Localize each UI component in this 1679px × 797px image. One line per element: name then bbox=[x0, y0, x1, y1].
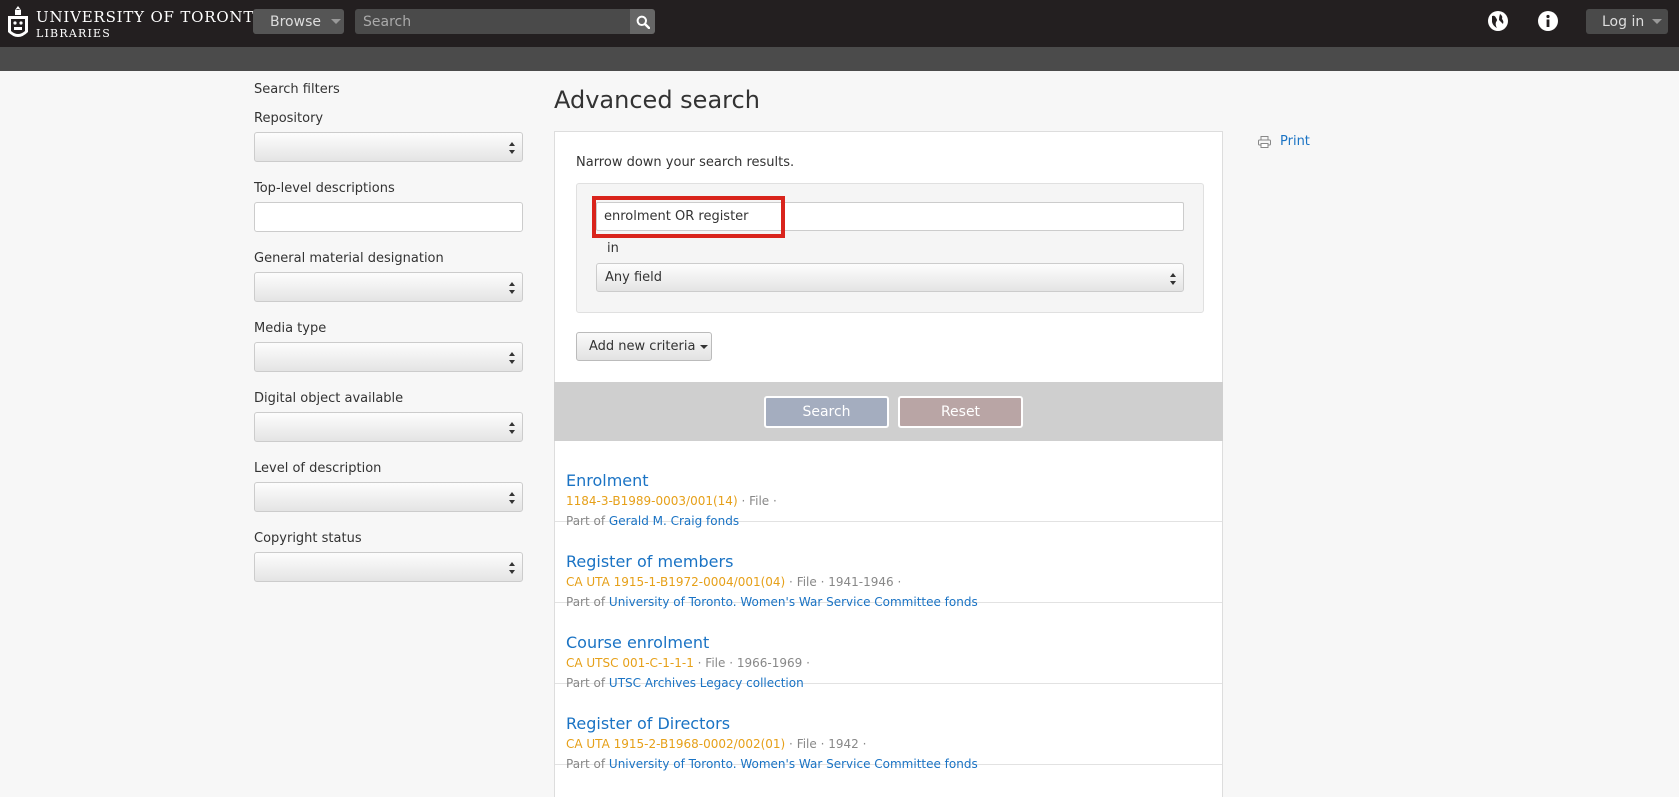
field-select-value: Any field bbox=[605, 270, 663, 285]
result-reference: CA UTA 1915-1-B1972-0004/001(04) bbox=[566, 575, 786, 589]
search-filters-sidebar: Search filters Repository Top-level desc… bbox=[254, 82, 524, 601]
result-level: File bbox=[749, 494, 770, 508]
narrow-down-text: Narrow down your search results. bbox=[576, 155, 795, 170]
language-menu-button[interactable] bbox=[1487, 10, 1509, 32]
select-arrows-icon bbox=[1170, 273, 1176, 285]
top-navbar: UNIVERSITY OF TORONTO LIBRARIES Browse L… bbox=[0, 0, 1679, 47]
printer-icon bbox=[1258, 135, 1271, 148]
browse-label: Browse bbox=[270, 13, 321, 30]
result-level: File bbox=[705, 656, 726, 670]
result-part-of: Part of University of Toronto. Women's W… bbox=[566, 757, 978, 771]
criteria-box: in Any field bbox=[576, 183, 1204, 313]
top-level-descriptions-input[interactable] bbox=[254, 202, 523, 232]
result-title[interactable]: Enrolment bbox=[566, 471, 649, 490]
result-reference: CA UTSC 001-C-1-1-1 bbox=[566, 656, 694, 670]
filter-label-media-type: Media type bbox=[254, 321, 327, 336]
filter-label-digital-object: Digital object available bbox=[254, 391, 404, 406]
part-of-label: Part of bbox=[566, 757, 606, 771]
result-reference: CA UTA 1915-2-B1968-0002/002(01) bbox=[566, 737, 786, 751]
result-title[interactable]: Course enrolment bbox=[566, 633, 709, 652]
filter-label-repository: Repository bbox=[254, 111, 324, 126]
submit-search-button[interactable]: Search bbox=[764, 396, 889, 428]
university-logo[interactable]: UNIVERSITY OF TORONTO LIBRARIES bbox=[6, 3, 267, 45]
chevron-down-icon bbox=[330, 19, 341, 24]
digital-object-available-select[interactable] bbox=[254, 412, 523, 442]
logo-line2: LIBRARIES bbox=[36, 26, 111, 40]
print-label: Print bbox=[1280, 134, 1310, 149]
browse-button[interactable]: Browse bbox=[253, 9, 344, 34]
field-select[interactable]: Any field bbox=[596, 263, 1184, 292]
globe-icon bbox=[1488, 11, 1508, 31]
result-title[interactable]: Register of members bbox=[566, 552, 733, 571]
caret-down-icon bbox=[700, 344, 709, 349]
copyright-status-select[interactable] bbox=[254, 552, 523, 582]
login-label: Log in bbox=[1602, 13, 1645, 30]
login-button[interactable]: Log in bbox=[1586, 9, 1668, 34]
reset-button[interactable]: Reset bbox=[898, 396, 1023, 428]
result-meta: CA UTSC 001-C-1-1-1 · File · 1966-1969 · bbox=[566, 656, 810, 670]
result-meta: CA UTA 1915-2-B1968-0002/002(01) · File … bbox=[566, 737, 867, 751]
result-dates: 1941-1946 bbox=[828, 575, 894, 589]
result-level: File bbox=[796, 575, 817, 589]
select-arrows-icon bbox=[509, 142, 515, 154]
result-meta: CA UTA 1915-1-B1972-0004/001(04) · File … bbox=[566, 575, 902, 589]
general-material-designation-select[interactable] bbox=[254, 272, 523, 302]
result-item: Course enrolment CA UTSC 001-C-1-1-1 · F… bbox=[555, 603, 1222, 690]
secondary-bar bbox=[0, 47, 1679, 71]
logo-line1: UNIVERSITY OF TORONTO bbox=[36, 7, 268, 26]
repository-select[interactable] bbox=[254, 132, 523, 162]
select-arrows-icon bbox=[509, 422, 515, 434]
results-list: Enrolment 1184-3-B1989-0003/001(14) · Fi… bbox=[554, 441, 1223, 797]
part-of-link[interactable]: University of Toronto. Women's War Servi… bbox=[609, 757, 978, 771]
filter-label-gmd: General material designation bbox=[254, 251, 444, 266]
query-input[interactable] bbox=[596, 202, 1184, 231]
select-arrows-icon bbox=[509, 492, 515, 504]
info-icon bbox=[1538, 11, 1558, 31]
search-input[interactable] bbox=[355, 9, 630, 34]
result-title[interactable]: Register of Directors bbox=[566, 714, 730, 733]
page-title: Advanced search bbox=[554, 86, 760, 114]
level-of-description-select[interactable] bbox=[254, 482, 523, 512]
add-criteria-label: Add new criteria bbox=[589, 339, 696, 354]
search-actions-bar: Search Reset bbox=[554, 382, 1223, 441]
result-meta: 1184-3-B1989-0003/001(14) · File · bbox=[566, 494, 777, 508]
result-level: File bbox=[796, 737, 817, 751]
result-dates: 1966-1969 bbox=[736, 656, 803, 670]
search-icon bbox=[636, 15, 650, 29]
filter-label-top-level: Top-level descriptions bbox=[254, 181, 395, 196]
print-link[interactable]: Print bbox=[1258, 134, 1310, 149]
result-item: Register of Directors CA UTA 1915-2-B196… bbox=[555, 684, 1222, 771]
result-item: Register of members CA UTA 1915-1-B1972-… bbox=[555, 522, 1222, 609]
result-reference: 1184-3-B1989-0003/001(14) bbox=[566, 494, 738, 508]
in-label: in bbox=[607, 241, 619, 256]
filter-label-copyright: Copyright status bbox=[254, 531, 362, 546]
result-item: Enrolment 1184-3-B1989-0003/001(14) · Fi… bbox=[555, 441, 1222, 528]
filter-label-level: Level of description bbox=[254, 461, 382, 476]
chevron-down-icon bbox=[1652, 19, 1663, 24]
media-type-select[interactable] bbox=[254, 342, 523, 372]
quick-links-button[interactable] bbox=[1537, 10, 1559, 32]
advanced-search-panel: Narrow down your search results. in Any … bbox=[554, 131, 1223, 382]
select-arrows-icon bbox=[509, 282, 515, 294]
select-arrows-icon bbox=[509, 562, 515, 574]
search-filters-title: Search filters bbox=[254, 82, 340, 97]
result-dates: 1942 bbox=[828, 737, 859, 751]
crest-icon bbox=[8, 6, 28, 37]
search-button[interactable] bbox=[630, 9, 655, 34]
select-arrows-icon bbox=[509, 352, 515, 364]
add-new-criteria-button[interactable]: Add new criteria bbox=[576, 332, 712, 361]
